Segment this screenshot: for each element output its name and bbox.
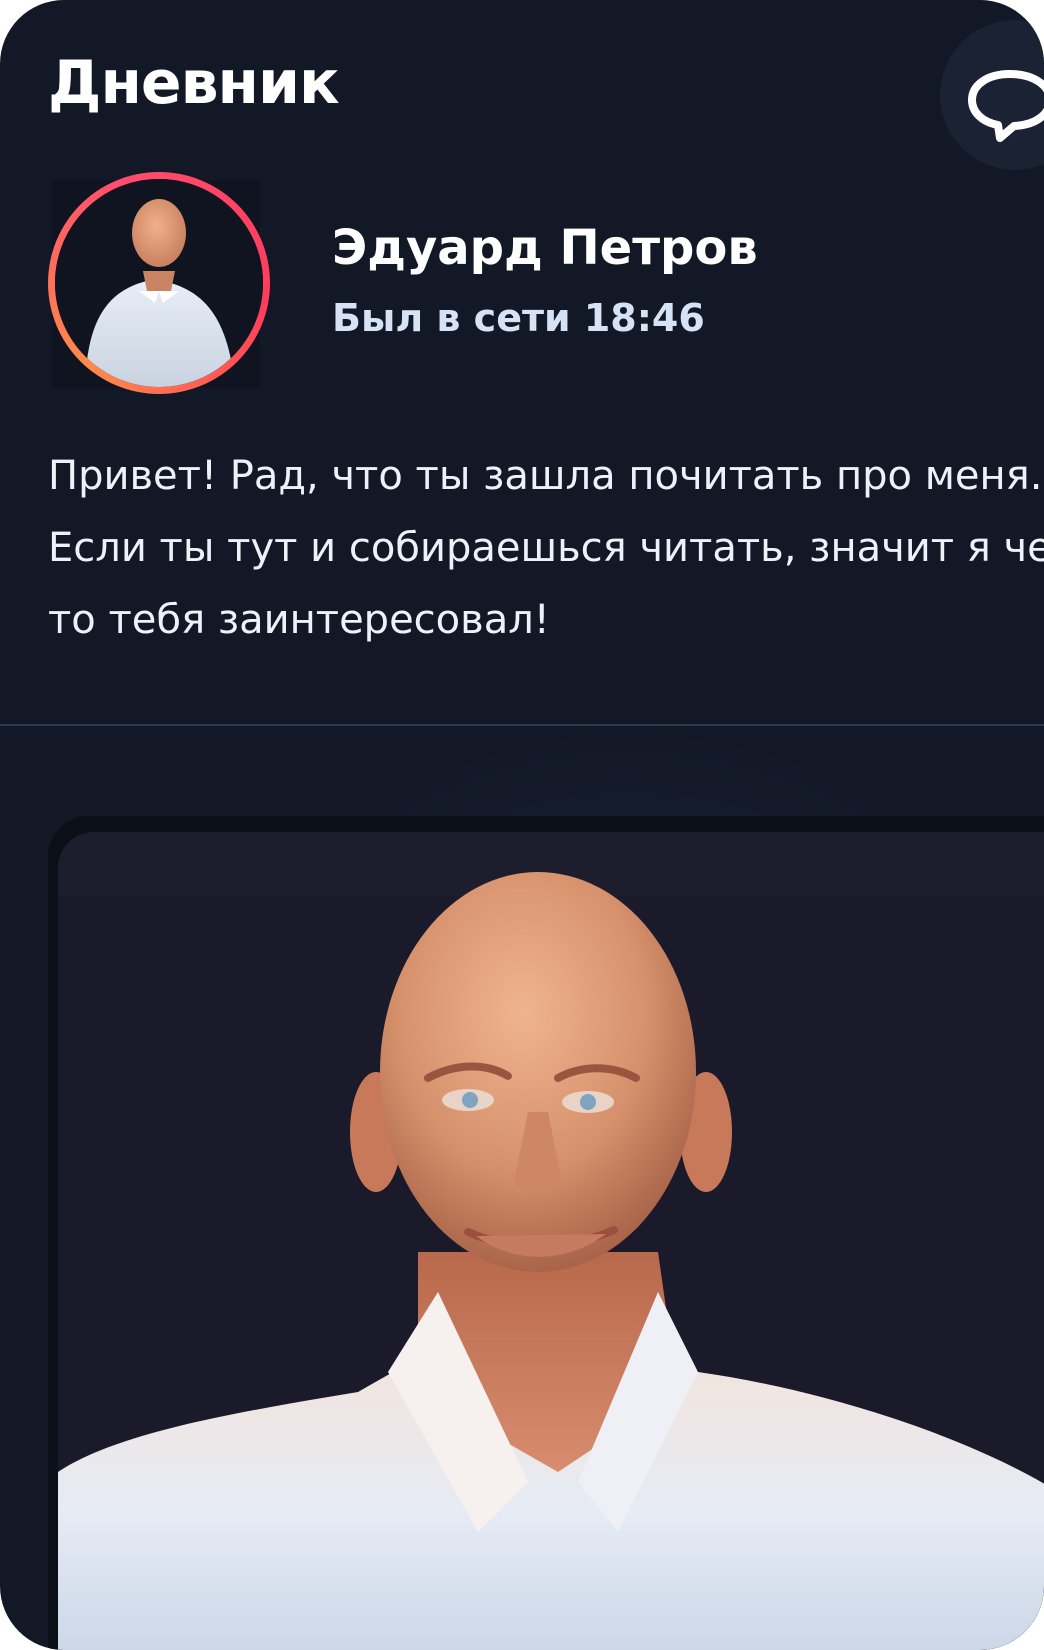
profile-photo[interactable] [58, 832, 1044, 1650]
section-divider [0, 724, 1044, 726]
diary-screen: Дневник Эдуард Петров Был в сети 18:46 П… [0, 0, 1044, 1650]
avatar[interactable] [48, 172, 270, 394]
intro-line: Если ты тут и собираешься читать, значит… [48, 525, 1044, 571]
portrait-image [58, 872, 1044, 1650]
intro-text: Привет! Рад, что ты зашла почитать про м… [48, 440, 1044, 656]
avatar-portrait-image [55, 179, 263, 387]
profile-name: Эдуард Петров [332, 220, 758, 276]
chat-bubble-icon [968, 70, 1044, 142]
intro-line: то тебя заинтересовал! [48, 597, 550, 643]
intro-line: Привет! Рад, что ты зашла почитать про м… [48, 453, 1043, 499]
avatar-photo [55, 179, 263, 387]
page-title: Дневник [48, 48, 340, 118]
chat-button[interactable] [940, 20, 1044, 170]
online-status: Был в сети 18:46 [332, 296, 705, 340]
